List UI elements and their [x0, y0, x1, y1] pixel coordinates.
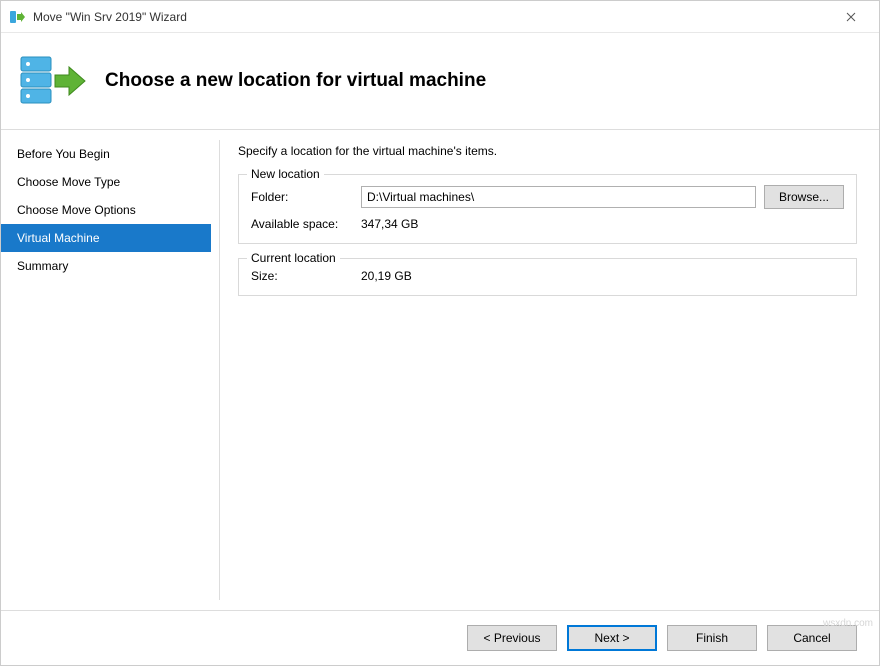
content-pane: Specify a location for the virtual machi…: [228, 130, 879, 610]
titlebar: Move "Win Srv 2019" Wizard: [1, 1, 879, 33]
watermark: wsxdn.com: [823, 618, 873, 629]
new-location-group: New location Folder: Browse... Available…: [238, 174, 857, 244]
next-button[interactable]: Next >: [567, 625, 657, 651]
wizard-window: Move "Win Srv 2019" Wizard Choose a new …: [0, 0, 880, 666]
new-location-legend: New location: [247, 167, 324, 181]
folder-input[interactable]: [361, 186, 756, 208]
wizard-footer: < Previous Next > Finish Cancel: [1, 610, 879, 665]
app-icon: [9, 9, 25, 25]
current-location-group: Current location Size: 20,19 GB: [238, 258, 857, 296]
close-button[interactable]: [831, 3, 871, 31]
sidebar-item-virtual-machine[interactable]: Virtual Machine: [1, 224, 211, 252]
sidebar-item-summary[interactable]: Summary: [1, 252, 211, 280]
page-title: Choose a new location for virtual machin…: [105, 70, 486, 92]
wizard-body: Before You Begin Choose Move Type Choose…: [1, 130, 879, 610]
sidebar-item-before-you-begin[interactable]: Before You Begin: [1, 140, 211, 168]
browse-button[interactable]: Browse...: [764, 185, 844, 209]
folder-label: Folder:: [251, 190, 361, 204]
current-location-legend: Current location: [247, 251, 340, 265]
window-title: Move "Win Srv 2019" Wizard: [33, 10, 831, 24]
instruction-text: Specify a location for the virtual machi…: [238, 144, 857, 158]
size-label: Size:: [251, 269, 361, 283]
wizard-header: Choose a new location for virtual machin…: [1, 33, 879, 129]
finish-button[interactable]: Finish: [667, 625, 757, 651]
server-move-icon: [17, 51, 87, 111]
sidebar: Before You Begin Choose Move Type Choose…: [1, 130, 211, 610]
previous-button[interactable]: < Previous: [467, 625, 557, 651]
available-space-label: Available space:: [251, 217, 361, 231]
size-value: 20,19 GB: [361, 269, 844, 283]
sidebar-item-choose-move-options[interactable]: Choose Move Options: [1, 196, 211, 224]
sidebar-item-choose-move-type[interactable]: Choose Move Type: [1, 168, 211, 196]
vertical-divider: [219, 140, 220, 600]
available-space-value: 347,34 GB: [361, 217, 844, 231]
